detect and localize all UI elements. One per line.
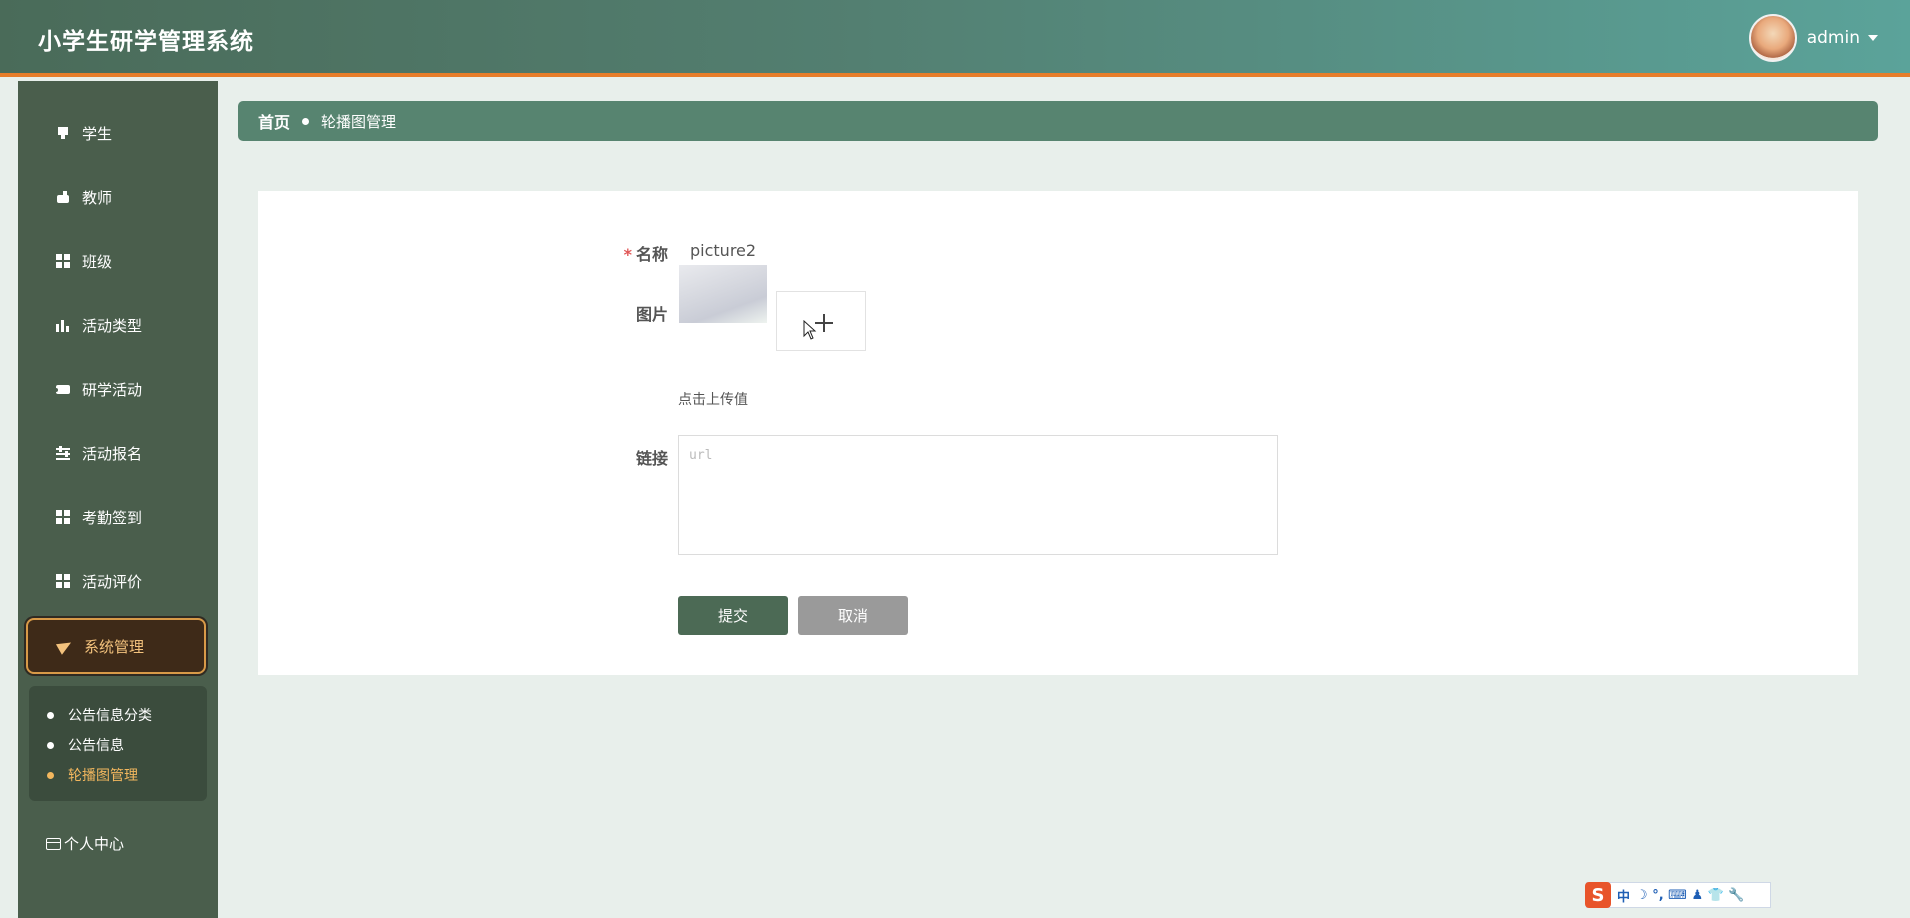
submenu-item-label: 公告信息	[68, 738, 124, 754]
sidebar-item-label: 活动报名	[82, 444, 143, 463]
sidebar-item-students[interactable]: 学生	[26, 108, 206, 158]
bullet-icon	[47, 741, 54, 749]
grid-icon	[56, 510, 70, 524]
sidebar-item-profile[interactable]: 个人中心	[46, 833, 124, 854]
sidebar-item-activity-types[interactable]: 活动类型	[26, 300, 206, 350]
sidebar-item-label: 活动类型	[82, 316, 143, 335]
upload-hint: 点击上传值	[678, 392, 748, 408]
book-icon	[56, 126, 70, 140]
name-value: picture2	[690, 241, 757, 260]
bar-chart-icon	[56, 318, 70, 332]
top-header: 小学生研学管理系统 admin	[0, 0, 1910, 77]
breadcrumb: 首页 轮播图管理	[238, 101, 1878, 141]
sogou-logo-icon[interactable]: S	[1585, 882, 1611, 908]
sidebar-item-label: 考勤签到	[82, 508, 143, 527]
avatar[interactable]	[1748, 14, 1797, 62]
hand-icon	[56, 190, 70, 204]
sidebar-item-label: 学生	[82, 124, 113, 143]
submenu-item-notice[interactable]: 公告信息	[29, 730, 207, 760]
bullet-icon	[47, 711, 54, 719]
required-asterisk: *	[623, 245, 632, 264]
image-label: 图片	[635, 305, 668, 324]
sidebar-item-label: 系统管理	[84, 637, 145, 656]
mouse-cursor-icon	[803, 320, 817, 340]
chevron-down-icon[interactable]	[1868, 35, 1878, 41]
username-label[interactable]: admin	[1807, 28, 1860, 48]
ime-toolbar: S 中 ☽ °, ⌨ ♟ 👕 🔧	[1585, 882, 1771, 908]
user-menu[interactable]: admin	[1748, 14, 1878, 62]
ime-tools-icon[interactable]: ☽ °, ⌨ ♟ 👕 🔧	[1636, 888, 1745, 903]
sidebar-item-activity-signup[interactable]: 活动报名	[26, 428, 206, 478]
breadcrumb-separator-icon	[302, 117, 310, 125]
image-thumbnail[interactable]	[679, 265, 767, 323]
sidebar-item-study-activities[interactable]: 研学活动	[26, 364, 206, 414]
name-label-text: 名称	[635, 245, 668, 264]
sidebar-item-label: 活动评价	[82, 572, 143, 591]
ticket-icon	[54, 382, 70, 396]
link-label: 链接	[635, 449, 668, 468]
grid-icon	[56, 254, 70, 268]
submenu-item-notice-category[interactable]: 公告信息分类	[29, 700, 207, 730]
sidebar: 学生 教师 班级 活动类型 研学活动 活动报名 考勤签到 活动评价 系统管理 公…	[18, 81, 218, 918]
image-upload-button[interactable]	[776, 291, 866, 351]
submenu-item-label: 公告信息分类	[68, 708, 152, 724]
sidebar-item-teachers[interactable]: 教师	[26, 172, 206, 222]
link-input[interactable]	[678, 435, 1278, 555]
sidebar-item-label: 研学活动	[82, 380, 143, 399]
sidebar-item-label: 个人中心	[64, 835, 125, 853]
sidebar-item-label: 教师	[82, 188, 113, 207]
sliders-icon	[56, 446, 70, 460]
submenu-item-carousel[interactable]: 轮播图管理	[29, 760, 207, 790]
id-card-icon	[46, 837, 61, 850]
plus-icon-vertical	[823, 314, 825, 332]
paper-plane-icon	[55, 637, 75, 655]
sidebar-item-label: 班级	[82, 252, 113, 271]
sidebar-item-system-management[interactable]: 系统管理	[26, 618, 206, 674]
submit-button[interactable]: 提交	[678, 596, 788, 635]
grid-icon	[56, 574, 70, 588]
bullet-icon	[47, 771, 54, 779]
breadcrumb-home[interactable]: 首页	[258, 109, 290, 133]
cancel-button[interactable]: 取消	[798, 596, 908, 635]
system-management-submenu: 公告信息分类 公告信息 轮播图管理	[29, 686, 207, 801]
sidebar-item-attendance[interactable]: 考勤签到	[26, 492, 206, 542]
ime-mode-toggle[interactable]: 中	[1617, 886, 1630, 905]
sidebar-item-activity-review[interactable]: 活动评价	[26, 556, 206, 606]
sidebar-item-classes[interactable]: 班级	[26, 236, 206, 286]
breadcrumb-current: 轮播图管理	[321, 112, 397, 131]
app-title: 小学生研学管理系统	[38, 29, 254, 55]
submenu-item-label: 轮播图管理	[68, 768, 138, 784]
carousel-form-card: *名称 picture2 图片 点击上传值 链接 提交 取消	[258, 191, 1858, 675]
name-label: * 名称	[624, 241, 668, 265]
